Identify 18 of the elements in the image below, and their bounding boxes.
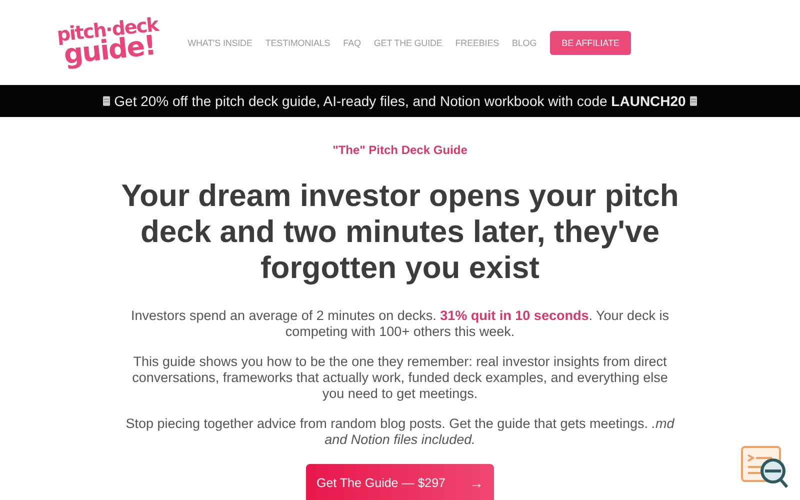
nav-link[interactable]: FREEBIES <box>455 38 499 48</box>
nav-link[interactable]: WHAT'S INSIDE <box>188 38 252 48</box>
nav-link[interactable]: FAQ <box>343 38 361 48</box>
eyebrow-text: "The" Pitch Deck Guide <box>332 143 468 157</box>
document-search-icon[interactable] <box>740 445 790 491</box>
get-guide-button[interactable]: Get The Guide — $297 → <box>306 464 494 500</box>
hero-paragraph: Investors spend an average of 2 minutes on decks. 31% quit in 10 seconds. Your deck is competing with 100+ others this week. <box>130 308 670 340</box>
hero-paragraph: Stop piecing together advice from random blog posts. Get the guide that gets meetings. .md and Notion files included. <box>124 416 676 448</box>
book-icon <box>103 96 110 106</box>
hero-paragraph: This guide shows you how to be the one they remember: real investor insights from direct conversations, frameworks that actually work, funded deck examples, and everything else you need to get meetings. <box>131 354 669 402</box>
hero-title: Your dream investor opens your pitch deck and two minutes later, they've forgotten you exist <box>120 178 680 286</box>
book-icon <box>690 96 697 106</box>
logo[interactable]: pitch·deck guide! <box>56 16 162 68</box>
nav-link[interactable]: BLOG <box>512 38 537 48</box>
affiliate-button[interactable]: BE AFFILIATE <box>550 30 632 54</box>
nav-link[interactable]: GET THE GUIDE <box>374 38 442 48</box>
nav-link[interactable]: TESTIMONIALS <box>265 38 330 48</box>
promo-text: Get 20% off the pitch deck guide, AI-ready files, and Notion workbook with code LAUNCH20 <box>114 93 686 109</box>
